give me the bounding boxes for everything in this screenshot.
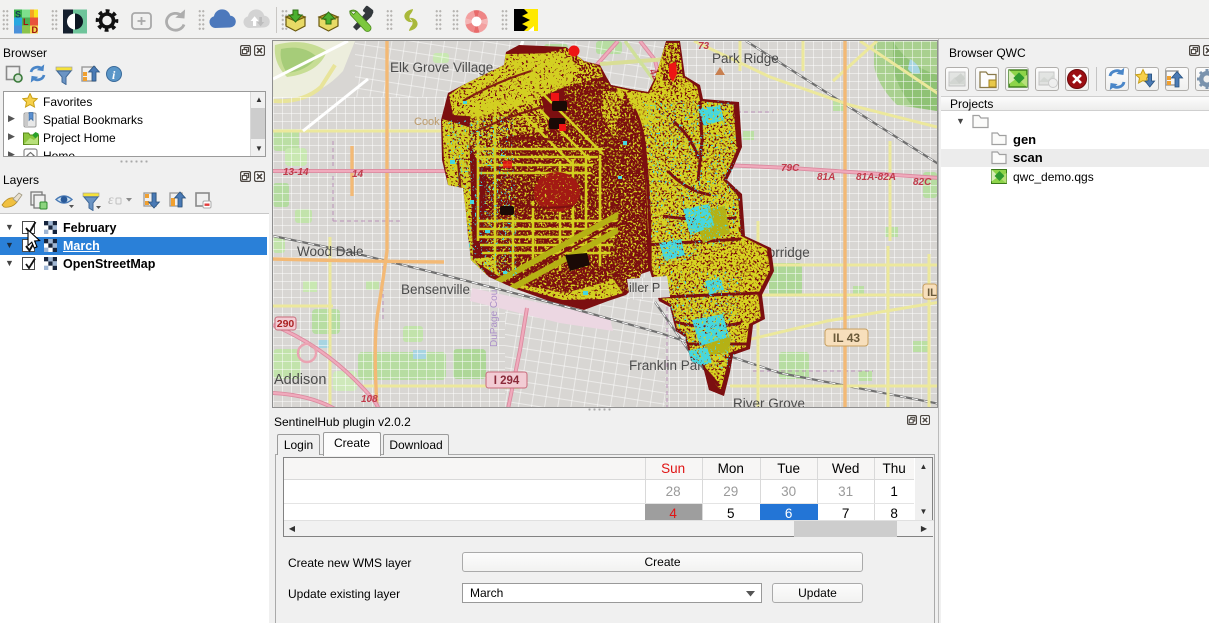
svg-text:81A-82A: 81A-82A xyxy=(856,172,896,183)
svg-text:ε: ε xyxy=(108,193,114,208)
svg-text:Park Ridge: Park Ridge xyxy=(712,51,779,66)
svg-text:13-14: 13-14 xyxy=(283,167,309,178)
svg-text:IL: IL xyxy=(927,287,937,299)
svg-text:Elk Grove Village: Elk Grove Village xyxy=(390,60,493,75)
svg-text:IL 43: IL 43 xyxy=(833,331,860,345)
svg-text:S: S xyxy=(15,10,21,20)
svg-text:River Grove: River Grove xyxy=(733,396,805,407)
svg-text:Addison: Addison xyxy=(274,372,326,388)
svg-text:L: L xyxy=(23,17,29,27)
svg-text:Bensenville: Bensenville xyxy=(401,282,470,297)
svg-text:Cook: Cook xyxy=(414,116,440,128)
svg-text:73: 73 xyxy=(698,41,710,52)
svg-text:81A: 81A xyxy=(817,172,835,183)
svg-text:82C: 82C xyxy=(913,177,932,188)
svg-text:DuPage Cou: DuPage Cou xyxy=(489,290,500,347)
svg-text:290: 290 xyxy=(277,318,295,330)
svg-text:Wood Dale: Wood Dale xyxy=(297,244,364,259)
svg-text:iller P: iller P xyxy=(629,281,660,295)
svg-text:79C: 79C xyxy=(781,163,800,174)
svg-text:14: 14 xyxy=(352,169,364,180)
svg-text:I 294: I 294 xyxy=(494,375,520,387)
svg-text:D: D xyxy=(32,25,39,35)
svg-text:108: 108 xyxy=(361,394,378,405)
